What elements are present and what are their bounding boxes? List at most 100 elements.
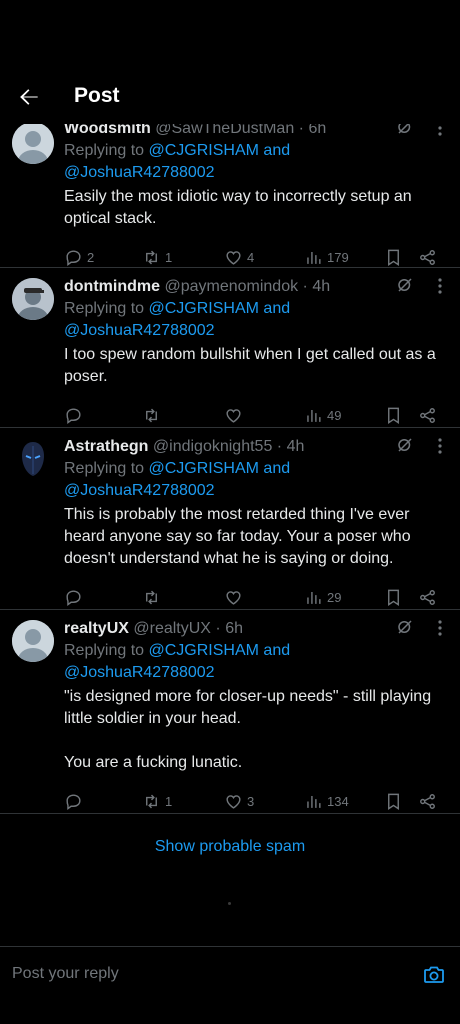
tweet-text: This is probably the most retarded thing… bbox=[64, 506, 411, 567]
share-icon bbox=[420, 250, 435, 265]
bookmark-button[interactable] bbox=[384, 406, 403, 425]
repost-button[interactable] bbox=[142, 406, 165, 425]
bookmark-button[interactable] bbox=[384, 588, 403, 607]
analytics-icon bbox=[307, 251, 321, 264]
avatar[interactable] bbox=[12, 278, 54, 320]
views-button[interactable]: 134 bbox=[304, 792, 349, 811]
display-name[interactable]: Astrathegn bbox=[64, 438, 148, 455]
page-title: Post bbox=[74, 84, 120, 107]
like-button[interactable] bbox=[224, 406, 247, 425]
tweet-text: I too spew random bullshit when I get ca… bbox=[64, 346, 436, 385]
more-options-icon[interactable] bbox=[438, 278, 442, 294]
reply-icon bbox=[66, 408, 81, 425]
reply-count: 2 bbox=[87, 250, 95, 265]
camera-icon[interactable] bbox=[422, 963, 446, 987]
like-count: 3 bbox=[247, 794, 255, 809]
top-bar: Post bbox=[0, 0, 460, 124]
tweet-text: "is designed more for closer-up needs" -… bbox=[64, 688, 432, 771]
handle-time[interactable]: @realtyUX · 6h bbox=[133, 620, 243, 637]
mention-link[interactable]: @CJGRISHAM bbox=[149, 642, 259, 659]
tweet[interactable]: Woodsmith @SawTheDustMan · 6h Replying t… bbox=[0, 112, 460, 268]
views-button[interactable]: 29 bbox=[304, 588, 341, 607]
show-probable-spam-link[interactable]: Show probable spam bbox=[0, 838, 460, 856]
share-icon bbox=[420, 408, 435, 423]
view-count: 29 bbox=[327, 590, 342, 605]
reply-button[interactable]: 2 bbox=[64, 248, 94, 267]
bookmark-button[interactable] bbox=[384, 248, 403, 267]
tweet-header: Astrathegn @indigoknight55 · 4h bbox=[64, 436, 444, 458]
mention-link[interactable]: @JoshuaR42788002 bbox=[64, 664, 215, 681]
view-count: 179 bbox=[327, 250, 349, 265]
avatar[interactable] bbox=[12, 122, 54, 164]
share-button[interactable] bbox=[418, 248, 437, 267]
grok-icon[interactable] bbox=[396, 618, 414, 636]
analytics-icon bbox=[307, 591, 321, 604]
display-name[interactable]: dontmindme bbox=[64, 278, 160, 295]
repost-button[interactable]: 1 bbox=[142, 792, 172, 811]
display-name[interactable]: realtyUX bbox=[64, 620, 129, 637]
back-arrow-icon[interactable] bbox=[16, 84, 42, 110]
reply-icon bbox=[66, 250, 81, 267]
reply-icon bbox=[66, 794, 81, 811]
replying-to: Replying to @CJGRISHAM and @JoshuaR42788… bbox=[64, 642, 291, 681]
mention-link[interactable]: @JoshuaR42788002 bbox=[64, 164, 215, 181]
views-button[interactable]: 49 bbox=[304, 406, 341, 425]
replying-to: Replying to @CJGRISHAM and @JoshuaR42788… bbox=[64, 142, 291, 181]
repost-icon bbox=[146, 590, 157, 605]
view-count: 49 bbox=[327, 408, 342, 423]
analytics-icon bbox=[307, 795, 321, 808]
heart-icon bbox=[226, 591, 241, 605]
avatar[interactable] bbox=[12, 620, 54, 662]
tweet[interactable]: Astrathegn @indigoknight55 · 4h Replying… bbox=[0, 428, 460, 610]
like-button[interactable]: 4 bbox=[224, 248, 254, 267]
repost-icon bbox=[146, 408, 157, 423]
mention-link[interactable]: @JoshuaR42788002 bbox=[64, 482, 215, 499]
loading-dot bbox=[228, 902, 231, 905]
reply-icon bbox=[66, 590, 81, 607]
bookmark-icon bbox=[388, 407, 399, 424]
more-options-icon[interactable] bbox=[438, 438, 442, 454]
like-button[interactable]: 3 bbox=[224, 792, 254, 811]
view-count: 134 bbox=[327, 794, 349, 809]
grok-icon[interactable] bbox=[396, 436, 414, 454]
share-icon bbox=[420, 794, 435, 809]
bookmark-icon bbox=[388, 793, 399, 810]
more-options-icon[interactable] bbox=[438, 620, 442, 636]
replies-feed: Woodsmith @SawTheDustMan · 6h Replying t… bbox=[0, 112, 460, 814]
bookmark-button[interactable] bbox=[384, 792, 403, 811]
repost-button[interactable]: 1 bbox=[142, 248, 172, 267]
tweet[interactable]: dontmindme @paymenomindok · 4h Replying … bbox=[0, 268, 460, 428]
like-count: 4 bbox=[247, 250, 255, 265]
repost-icon bbox=[146, 250, 157, 265]
share-button[interactable] bbox=[418, 792, 437, 811]
share-icon bbox=[420, 590, 435, 605]
heart-icon bbox=[226, 409, 241, 423]
repost-count: 1 bbox=[165, 794, 173, 809]
avatar[interactable] bbox=[12, 438, 54, 480]
reply-button[interactable] bbox=[64, 792, 87, 811]
tweet-header: dontmindme @paymenomindok · 4h bbox=[64, 276, 444, 298]
reply-button[interactable] bbox=[64, 406, 87, 425]
tweet-text: Easily the most idiotic way to incorrect… bbox=[64, 188, 412, 227]
heart-icon bbox=[226, 251, 241, 265]
reply-input[interactable]: Post your reply bbox=[12, 965, 119, 983]
grok-icon[interactable] bbox=[396, 276, 414, 294]
share-button[interactable] bbox=[418, 588, 437, 607]
like-button[interactable] bbox=[224, 588, 247, 607]
reply-bar: Post your reply bbox=[0, 946, 460, 1024]
mention-link[interactable]: @CJGRISHAM bbox=[149, 460, 259, 477]
replying-to: Replying to @CJGRISHAM and @JoshuaR42788… bbox=[64, 300, 291, 339]
bookmark-icon bbox=[388, 249, 399, 266]
tweet[interactable]: realtyUX @realtyUX · 6h Replying to @CJG… bbox=[0, 610, 460, 814]
mention-link[interactable]: @CJGRISHAM bbox=[149, 142, 259, 159]
share-button[interactable] bbox=[418, 406, 437, 425]
handle-time[interactable]: @paymenomindok · 4h bbox=[164, 278, 330, 295]
repost-count: 1 bbox=[165, 250, 173, 265]
tweet-actions: 1 3 134 bbox=[64, 782, 444, 826]
mention-link[interactable]: @JoshuaR42788002 bbox=[64, 322, 215, 339]
repost-button[interactable] bbox=[142, 588, 165, 607]
mention-link[interactable]: @CJGRISHAM bbox=[149, 300, 259, 317]
handle-time[interactable]: @indigoknight55 · 4h bbox=[153, 438, 304, 455]
views-button[interactable]: 179 bbox=[304, 248, 349, 267]
reply-button[interactable] bbox=[64, 588, 87, 607]
